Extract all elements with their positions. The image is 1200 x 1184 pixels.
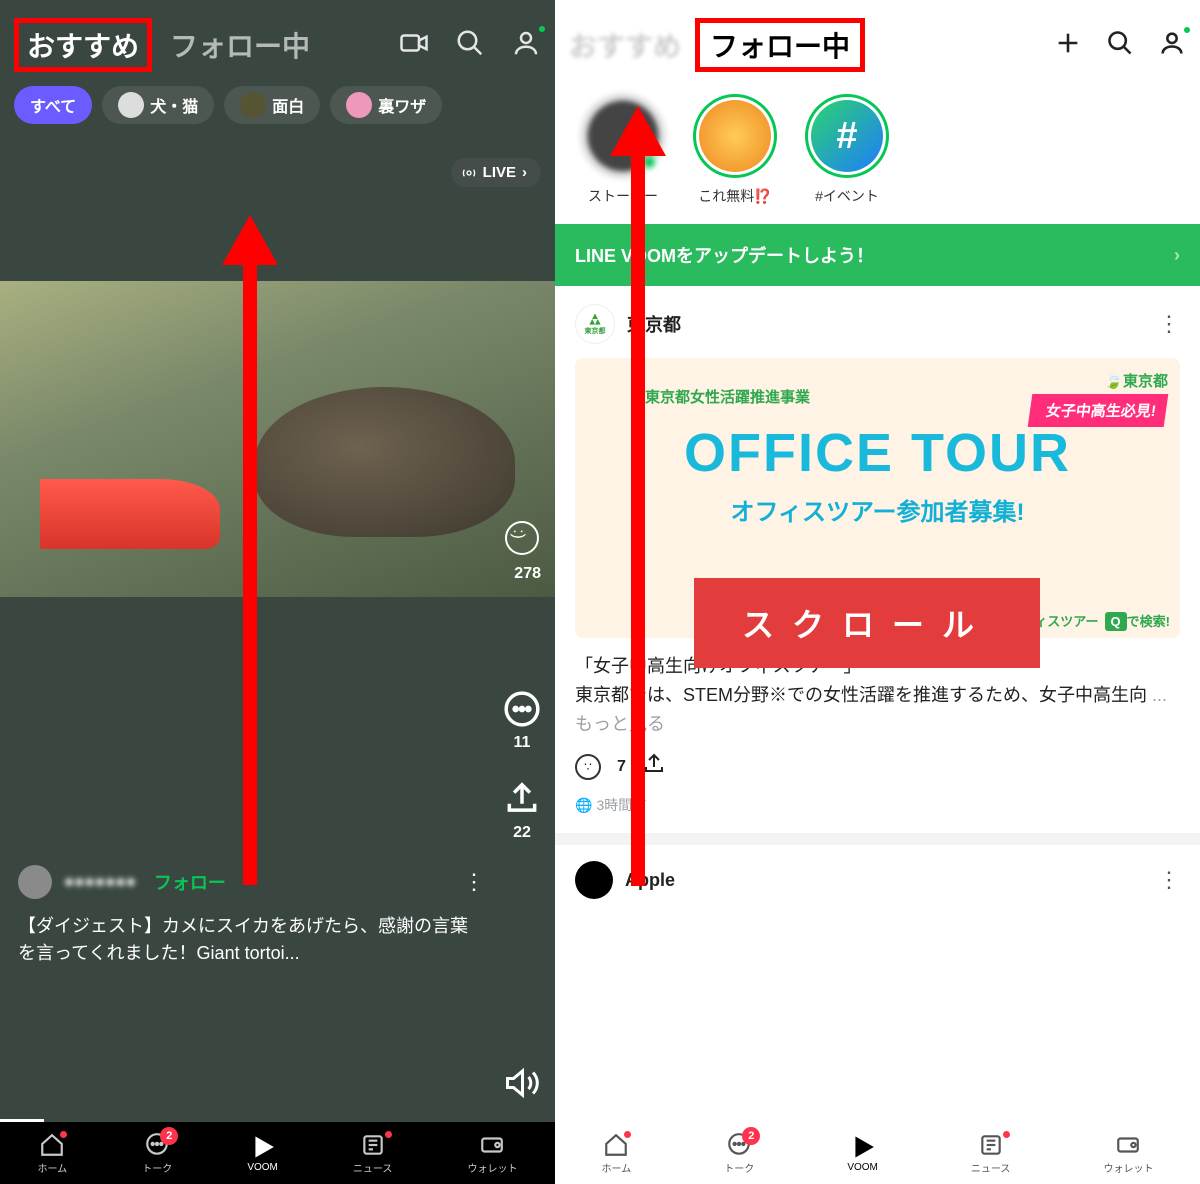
story-item-2[interactable]: # #イベント — [805, 94, 889, 206]
tab-voom[interactable]: VOOM — [247, 1134, 278, 1173]
author-avatar[interactable] — [18, 865, 52, 899]
annotation-arrow-right — [631, 106, 666, 886]
reaction-smiley-icon[interactable] — [505, 521, 539, 555]
tab-talk[interactable]: 2トーク — [142, 1132, 172, 1175]
tab-news-r[interactable]: ニュース — [971, 1132, 1011, 1175]
bottom-tabbar-right: ホーム 2トーク VOOM ニュース ウォレット — [555, 1122, 1200, 1184]
plus-icon[interactable] — [1054, 29, 1082, 62]
annotation-scroll-label: スクロール — [694, 578, 1040, 668]
chip-tips[interactable]: 裏ワザ — [330, 86, 442, 124]
share-button[interactable]: 22 — [503, 780, 541, 842]
video-caption: 【ダイジェスト】カメにスイカをあげたら、感謝の言葉を言ってくれました！Giant… — [0, 899, 555, 967]
speaker-icon[interactable] — [503, 1065, 539, 1106]
search-icon[interactable] — [455, 28, 485, 63]
tab-wallet-r[interactable]: ウォレット — [1103, 1132, 1153, 1175]
chip-all[interactable]: すべて — [14, 86, 92, 124]
apple-more-icon[interactable]: ⋮ — [1158, 867, 1180, 893]
tab-recommended-right[interactable]: おすすめ — [569, 25, 681, 65]
post-more-icon-right[interactable]: ⋮ — [1158, 311, 1180, 337]
live-badge[interactable]: LIVE› — [451, 158, 541, 187]
video-progress[interactable] — [0, 1119, 44, 1122]
comment-button[interactable]: 11 — [503, 690, 541, 752]
category-chips: すべて 犬・猫 面白 裏ワザ — [0, 80, 555, 134]
tab-news[interactable]: ニュース — [353, 1132, 393, 1175]
tab-talk-r[interactable]: 2トーク — [724, 1132, 754, 1175]
tab-following-right[interactable]: フォロー中 — [695, 18, 865, 72]
reaction-count: 278 — [514, 565, 541, 583]
follow-button[interactable]: フォロー — [154, 869, 226, 895]
tab-following[interactable]: フォロー中 — [170, 25, 310, 65]
action-column: 11 22 — [503, 690, 541, 842]
tokyo-avatar[interactable]: 東京都 — [575, 304, 615, 344]
top-tabs-left: おすすめ フォロー中 — [0, 0, 555, 80]
left-screen: おすすめ フォロー中 すべて 犬・猫 面白 裏ワザ LIVE› 278 11 2… — [0, 0, 555, 1184]
story-item-1[interactable]: これ無料⁉️ — [693, 94, 777, 206]
camera-icon[interactable] — [399, 28, 429, 63]
tab-voom-r[interactable]: VOOM — [847, 1134, 878, 1173]
reaction-icon[interactable]: ∵ — [575, 754, 601, 780]
card-brand: 🍃東京都 — [1104, 370, 1168, 391]
tab-recommended[interactable]: おすすめ — [14, 18, 152, 72]
chip-funny[interactable]: 面白 — [224, 86, 320, 124]
apple-avatar[interactable] — [575, 861, 613, 899]
profile-icon-right[interactable] — [1158, 29, 1186, 62]
post-more-icon[interactable]: ⋮ — [463, 869, 485, 895]
chip-dogs-cats[interactable]: 犬・猫 — [102, 86, 214, 124]
search-icon-right[interactable] — [1106, 29, 1134, 62]
annotation-arrow-left — [243, 215, 278, 885]
reaction-count-right: 7 — [617, 758, 626, 776]
tab-home-r[interactable]: ホーム — [602, 1132, 632, 1175]
bottom-tabbar-left: ホーム 2トーク VOOM ニュース ウォレット — [0, 1122, 555, 1184]
top-tabs-right: おすすめ フォロー中 — [555, 0, 1200, 82]
tab-home[interactable]: ホーム — [38, 1132, 68, 1175]
card-sub: 東京都女性活躍推進事業 — [645, 386, 810, 407]
tab-wallet[interactable]: ウォレット — [467, 1132, 517, 1175]
profile-icon[interactable] — [511, 28, 541, 63]
author-name[interactable]: ●●●●●●● — [64, 872, 136, 892]
